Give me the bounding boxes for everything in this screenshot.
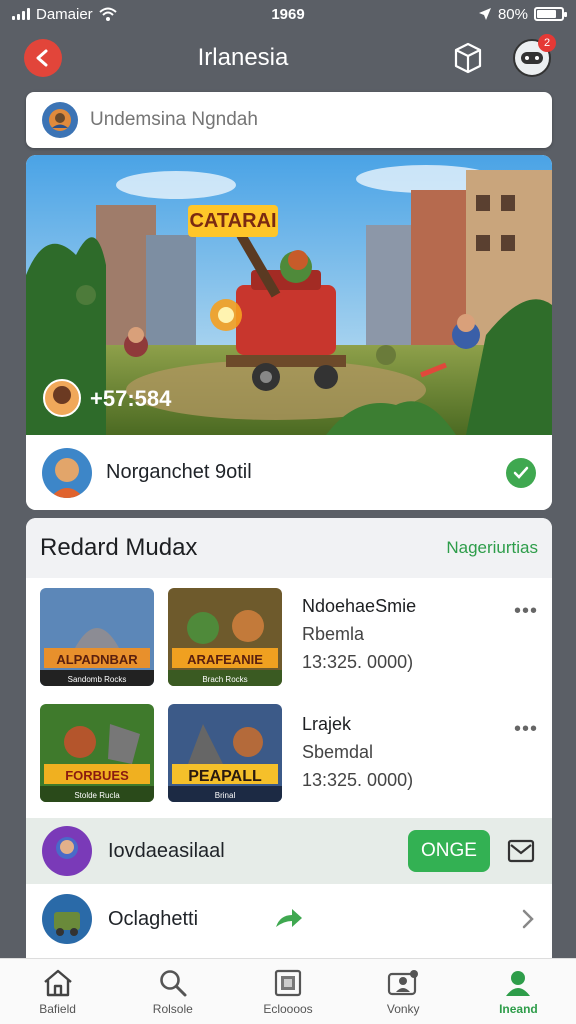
- message-button[interactable]: [506, 838, 536, 864]
- join-avatar: [42, 826, 92, 876]
- svg-text:Brach Rocks: Brach Rocks: [202, 675, 247, 684]
- chevron-right-icon[interactable]: [520, 908, 536, 930]
- game-row[interactable]: ALPADNBAR Sandomb Rocks ARAFEANIE Brach …: [26, 578, 552, 696]
- featured-game-name: Norganchet 9otil: [106, 461, 252, 483]
- featured-game-artwork: CATARAI +57:584: [26, 155, 552, 435]
- game-row[interactable]: FORBUES Stolde Rucla PEAPALL Brinal Lraj…: [26, 696, 552, 814]
- home-icon: [43, 969, 72, 996]
- signal-icon: [12, 8, 30, 20]
- battery-icon: [534, 7, 567, 21]
- tab-library[interactable]: Ecloooos: [230, 959, 345, 1024]
- search-input[interactable]: [90, 109, 510, 131]
- game-thumbnail-art: [42, 447, 92, 498]
- list-item-avatar-art: [42, 894, 92, 944]
- list-item-avatar: [42, 894, 92, 944]
- tab-label: Bafield: [39, 1001, 76, 1016]
- tab-profile[interactable]: Ineand: [461, 959, 576, 1024]
- game-tile[interactable]: PEAPALL Brinal: [168, 704, 282, 802]
- cube-button[interactable]: [448, 38, 488, 78]
- svg-text:ALPADNBAR: ALPADNBAR: [56, 652, 138, 667]
- section-see-all-link[interactable]: Nageriurtias: [446, 538, 538, 558]
- more-options-icon[interactable]: •••: [514, 600, 538, 623]
- profile-avatar-button[interactable]: 2: [512, 34, 556, 78]
- game-tile-art: ALPADNBAR Sandomb Rocks: [40, 588, 154, 686]
- svg-text:PEAPALL: PEAPALL: [188, 768, 262, 785]
- section-title: Redard Mudax: [40, 534, 198, 561]
- profile-icon: [506, 970, 531, 996]
- checkmark-icon: [513, 466, 529, 479]
- bottom-tab-bar: Bafield Rolsole Ecloooos Vonky Ineand: [0, 958, 576, 1024]
- game-tile[interactable]: ARAFEANIE Brach Rocks: [168, 588, 282, 686]
- game-tile-art: ARAFEANIE Brach Rocks: [168, 588, 282, 686]
- status-left: Damaier: [12, 6, 212, 23]
- app-header: Irlanesia 2: [0, 28, 576, 88]
- share-arrow-icon[interactable]: [274, 907, 304, 931]
- tab-label: Ecloooos: [263, 1001, 313, 1016]
- search-bar[interactable]: [26, 92, 552, 148]
- search-icon: [159, 969, 187, 996]
- svg-text:FORBUES: FORBUES: [65, 768, 129, 783]
- game-title: Lrajek: [302, 714, 352, 734]
- game-meta: 13:325. 0000): [302, 652, 414, 672]
- tab-community[interactable]: Vonky: [346, 959, 461, 1024]
- svg-text:Brinal: Brinal: [215, 791, 236, 800]
- hero-logo-text: CATARAI: [189, 210, 276, 232]
- back-arrow-icon: [36, 49, 48, 67]
- clock: 1969: [271, 5, 305, 23]
- game-subtitle: Rbemla: [302, 624, 365, 644]
- community-icon: [388, 969, 419, 995]
- game-subtitle: Sbemdal: [302, 742, 374, 762]
- svg-text:Stolde Rucla: Stolde Rucla: [74, 791, 120, 800]
- game-title: NdoehaeSmie: [302, 596, 417, 616]
- game-info: NdoehaeSmie Rbemla 13:325. 0000): [302, 592, 416, 676]
- game-tile-art: PEAPALL Brinal: [168, 704, 282, 802]
- battery-percent: 80%: [497, 5, 528, 23]
- hero-score: +57:584: [90, 386, 172, 411]
- tab-label: Ineand: [499, 1001, 538, 1016]
- status-right: 80%: [364, 5, 567, 23]
- join-button[interactable]: ONGE: [408, 830, 490, 872]
- game-meta: 13:325. 0000): [302, 770, 414, 790]
- wifi-icon: [99, 7, 117, 21]
- list-item-name: Oclaghetti: [108, 907, 199, 930]
- tab-search[interactable]: Rolsole: [115, 959, 230, 1024]
- carrier-name: Damaier: [36, 5, 93, 23]
- section-header: Redard Mudax Nageriurtias: [26, 518, 552, 578]
- recommended-section: Redard Mudax Nageriurtias ALPADNBAR Sand…: [26, 518, 552, 958]
- user-icon: [49, 109, 71, 131]
- game-info: Lrajek Sbemdal 13:325. 0000): [302, 710, 413, 794]
- svg-text:ARAFEANIE: ARAFEANIE: [187, 652, 263, 667]
- join-name: Iovdaeasilaal: [108, 839, 225, 862]
- game-tile[interactable]: FORBUES Stolde Rucla: [40, 704, 154, 802]
- back-button[interactable]: [24, 39, 62, 77]
- status-bar: Damaier 1969 80%: [0, 0, 576, 28]
- list-item[interactable]: Oclaghetti: [26, 884, 552, 954]
- featured-game-footer[interactable]: Norganchet 9otil: [26, 435, 552, 510]
- page-title: Irlanesia: [197, 44, 289, 71]
- join-avatar-art: [42, 826, 92, 876]
- library-icon: [274, 969, 302, 996]
- cube-icon: [454, 42, 482, 74]
- join-row[interactable]: Iovdaeasilaal ONGE: [26, 818, 552, 884]
- featured-game-card[interactable]: CATARAI +57:584 Norganchet 9otil: [26, 155, 552, 510]
- tab-label: Vonky: [386, 1001, 420, 1016]
- search-avatar: [42, 102, 78, 138]
- installed-check-icon[interactable]: [506, 457, 536, 488]
- mail-icon: [507, 839, 535, 863]
- notification-badge: 2: [538, 34, 556, 52]
- game-tile-art: FORBUES Stolde Rucla: [40, 704, 154, 802]
- game-tile[interactable]: ALPADNBAR Sandomb Rocks: [40, 588, 154, 686]
- more-options-icon[interactable]: •••: [514, 718, 538, 741]
- game-controller-icon: [521, 52, 543, 64]
- location-icon: [478, 8, 491, 20]
- tab-home[interactable]: Bafield: [0, 959, 115, 1024]
- game-thumbnail: [42, 447, 92, 498]
- tab-label: Rolsole: [152, 1001, 193, 1016]
- svg-text:Sandomb Rocks: Sandomb Rocks: [68, 675, 127, 684]
